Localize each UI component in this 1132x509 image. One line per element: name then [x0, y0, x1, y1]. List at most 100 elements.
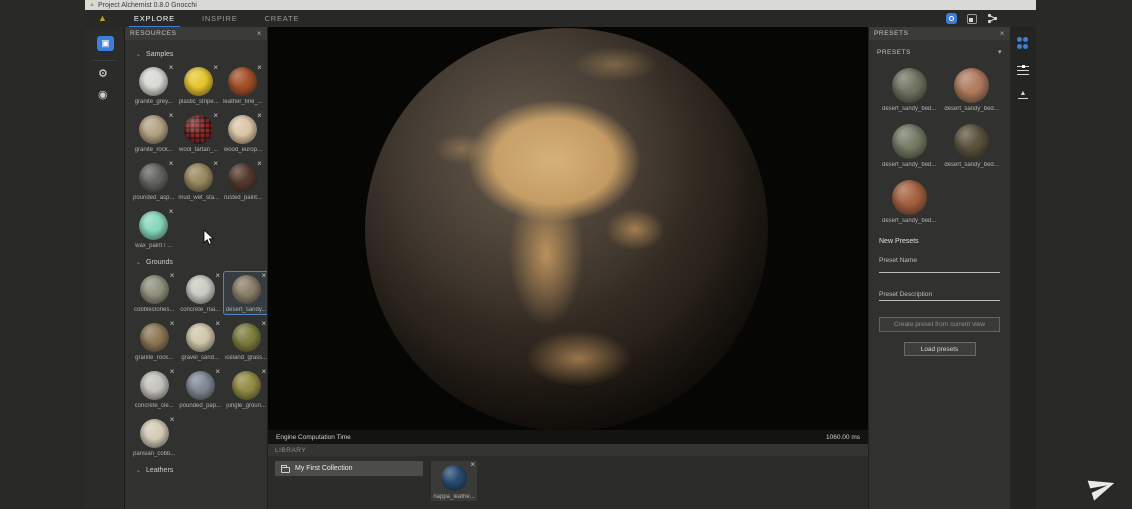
remove-icon[interactable]: ×	[169, 208, 174, 216]
collection-item[interactable]: My First Collection	[275, 461, 423, 476]
material-thumb-cell[interactable]: × iceland_grass...	[224, 320, 268, 362]
remove-icon[interactable]: ×	[169, 160, 174, 168]
material-sphere-thumbnail[interactable]	[232, 323, 261, 352]
preset-thumb-cell[interactable]: desert_sandy_bed...	[881, 65, 937, 113]
material-thumb-cell[interactable]: × wax_paint / ...	[132, 208, 175, 250]
preset-name-input[interactable]	[879, 264, 1000, 273]
export-icon[interactable]: ▲	[1017, 90, 1029, 99]
material-sphere-thumbnail[interactable]	[232, 275, 261, 304]
remove-icon[interactable]: ×	[213, 160, 218, 168]
remove-icon[interactable]: ×	[261, 368, 266, 376]
material-sphere-thumbnail[interactable]	[139, 115, 168, 144]
community-icon[interactable]	[946, 13, 957, 24]
material-thumb-cell[interactable]: × mud_wet_sta...	[177, 160, 220, 202]
material-sphere-thumbnail[interactable]	[139, 211, 168, 240]
preset-sphere-thumbnail[interactable]	[892, 124, 927, 159]
material-thumb-cell[interactable]: × granite_rock...	[132, 112, 175, 154]
help-globe-icon[interactable]: ◉	[98, 89, 108, 102]
material-sphere-thumbnail[interactable]	[184, 115, 213, 144]
library-thumb-cell[interactable]: × nappa_leathe...	[431, 461, 477, 501]
remove-icon[interactable]: ×	[213, 112, 218, 120]
material-thumb-cell[interactable]: × concrete_roa...	[178, 272, 222, 314]
preset-description-input[interactable]	[879, 298, 1000, 301]
preset-sphere-thumbnail[interactable]	[892, 180, 927, 215]
preset-sphere-thumbnail[interactable]	[954, 124, 989, 159]
material-thumb-cell[interactable]: × granite_rock...	[132, 320, 176, 362]
material-sphere-thumbnail[interactable]	[139, 163, 168, 192]
material-thumb-cell[interactable]: × leather_fine_...	[222, 64, 264, 106]
material-thumb-cell[interactable]: × wood_europ...	[222, 112, 264, 154]
remove-icon[interactable]: ×	[470, 461, 475, 469]
remove-icon[interactable]: ×	[170, 320, 175, 328]
material-sphere-thumbnail[interactable]	[184, 67, 213, 96]
material-sphere-thumbnail[interactable]	[232, 371, 261, 400]
remove-icon[interactable]: ×	[213, 64, 218, 72]
remove-icon[interactable]: ×	[215, 272, 220, 280]
remove-icon[interactable]: ×	[257, 64, 262, 72]
material-thumb-cell[interactable]: × granite_grey...	[132, 64, 175, 106]
remove-icon[interactable]: ×	[215, 368, 220, 376]
materials-view-icon[interactable]: ▣	[97, 36, 114, 51]
material-thumb-cell[interactable]: × wool_tartan_...	[177, 112, 220, 154]
material-thumb-cell[interactable]: × jungle_groun...	[224, 368, 268, 410]
material-sphere-thumbnail[interactable]	[441, 465, 467, 491]
remove-icon[interactable]: ×	[257, 160, 262, 168]
section-header-samples[interactable]: ⌄ Samples	[132, 51, 260, 58]
material-sphere-thumbnail[interactable]	[186, 371, 215, 400]
material-thumb-cell[interactable]: × parisian_cobb...	[132, 416, 176, 458]
material-thumb-cell[interactable]: × gravel_sand...	[178, 320, 222, 362]
create-preset-button[interactable]: Create preset from current view	[879, 317, 1000, 332]
material-thumb-cell[interactable]: × desert_sandy...	[224, 272, 268, 314]
material-sphere-thumbnail[interactable]	[140, 323, 169, 352]
preset-thumb-cell[interactable]: desert_sandy_bed...	[881, 121, 937, 169]
tab-inspire[interactable]: INSPIRE	[202, 14, 238, 23]
remove-icon[interactable]: ×	[169, 112, 174, 120]
material-sphere-thumbnail[interactable]	[140, 371, 169, 400]
preset-thumb-cell[interactable]: desert_sandy_bed...	[881, 177, 937, 225]
section-header-leathers[interactable]: ⌄ Leathers	[132, 467, 260, 474]
remove-icon[interactable]: ×	[170, 368, 175, 376]
remove-icon[interactable]: ×	[170, 272, 175, 280]
tab-explore[interactable]: EXPLORE	[134, 14, 175, 23]
material-sphere-thumbnail[interactable]	[186, 323, 215, 352]
material-sphere-thumbnail[interactable]	[140, 419, 169, 448]
preset-sphere-thumbnail[interactable]	[892, 68, 927, 103]
presets-group-header[interactable]: PRESETS ▾	[869, 40, 1010, 56]
remove-icon[interactable]: ×	[257, 112, 262, 120]
material-sphere-thumbnail[interactable]	[186, 275, 215, 304]
material-sphere-thumbnail[interactable]	[228, 115, 257, 144]
material-sphere-thumbnail[interactable]	[139, 67, 168, 96]
material-sphere-thumbnail[interactable]	[140, 275, 169, 304]
material-sphere-thumbnail[interactable]	[184, 163, 213, 192]
close-icon[interactable]: ×	[257, 30, 262, 38]
preset-thumb-cell[interactable]: desert_sandy_bed...	[943, 65, 999, 113]
remove-icon[interactable]: ×	[215, 320, 220, 328]
apps-icon[interactable]	[967, 14, 977, 24]
section-header-grounds[interactable]: ⌄ Grounds	[132, 259, 260, 266]
close-icon[interactable]: ×	[1000, 30, 1005, 38]
display-settings-icon[interactable]	[1017, 66, 1029, 76]
material-thumb-cell[interactable]: × pounded_pap...	[178, 368, 222, 410]
send-feedback-icon[interactable]	[1086, 473, 1118, 501]
tab-create[interactable]: CREATE	[265, 14, 300, 23]
material-thumb-cell[interactable]: × cobblestones...	[132, 272, 176, 314]
preset-thumb-cell[interactable]: desert_sandy_bed...	[943, 121, 999, 169]
material-thumb-cell[interactable]: × concrete_cle...	[132, 368, 176, 410]
load-presets-button[interactable]: Load presets	[904, 342, 976, 356]
material-sphere-thumbnail[interactable]	[228, 163, 257, 192]
alchemist-logo-icon[interactable]: ▲	[98, 14, 107, 23]
material-grid-view-icon[interactable]	[1017, 37, 1030, 50]
remove-icon[interactable]: ×	[261, 320, 266, 328]
material-sphere-thumbnail[interactable]	[228, 67, 257, 96]
share-icon[interactable]	[987, 13, 998, 24]
remove-icon[interactable]: ×	[170, 416, 175, 424]
viewport-3d[interactable]	[268, 27, 868, 430]
material-thumb-cell[interactable]: × pounded_asp...	[132, 160, 175, 202]
material-sphere-3d[interactable]	[365, 28, 768, 430]
material-thumb-cell[interactable]: × rusted_paint...	[222, 160, 264, 202]
preset-sphere-thumbnail[interactable]	[954, 68, 989, 103]
window-title-bar[interactable]: ▲ Project Alchemist 0.8.0 Gnocchi	[85, 0, 1036, 10]
chevron-down-icon[interactable]: ▾	[998, 48, 1002, 56]
remove-icon[interactable]: ×	[261, 272, 266, 280]
remove-icon[interactable]: ×	[169, 64, 174, 72]
